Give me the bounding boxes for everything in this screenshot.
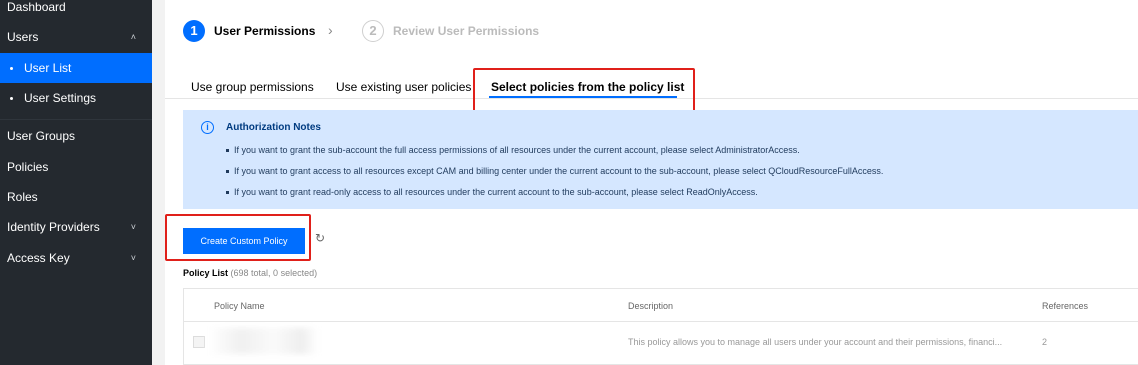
table-header: Policy Name Description References [184, 289, 1138, 322]
step-1: 1 User Permissions [183, 20, 315, 42]
bullet-icon [226, 170, 229, 174]
bullet-icon [10, 97, 13, 101]
sidebar-item-label: Policies [7, 160, 49, 174]
sidebar: Dashboard Users ˄ User List User Settings… [0, 0, 152, 365]
notice-text: If you want to grant the sub-account the… [234, 145, 800, 155]
step-2: 2 Review User Permissions [362, 20, 539, 42]
policy-description: This policy allows you to manage all use… [628, 337, 1003, 347]
bullet-icon [10, 67, 13, 71]
notice-line: If you want to grant the sub-account the… [226, 145, 800, 155]
policy-list-count: (698 total, 0 selected) [230, 268, 318, 278]
highlight-box [473, 68, 695, 114]
step-number: 1 [183, 20, 205, 42]
policy-list-label: Policy List [183, 268, 229, 278]
authorization-notice: i Authorization Notes If you want to gra… [183, 110, 1138, 209]
sidebar-item-dashboard[interactable]: Dashboard [0, 0, 152, 22]
sidebar-item-label: Roles [7, 190, 38, 204]
step-label: User Permissions [214, 24, 316, 38]
step-label: Review User Permissions [393, 24, 540, 38]
sidebar-divider [0, 119, 152, 120]
step-number: 2 [362, 20, 384, 42]
sidebar-item-user-settings[interactable]: User Settings [0, 83, 152, 113]
tab-group-permissions[interactable]: Use group permissions [191, 80, 314, 94]
sidebar-item-roles[interactable]: Roles [0, 182, 152, 212]
policy-list-title: Policy List (698 total, 0 selected) [183, 268, 317, 278]
policy-table: Policy Name Description References This … [183, 288, 1138, 365]
tab-existing-user-policies[interactable]: Use existing user policies [336, 80, 471, 94]
notice-title: Authorization Notes [226, 122, 321, 133]
bullet-icon [226, 191, 229, 195]
info-icon: i [201, 121, 214, 134]
sidebar-item-label: Users [7, 30, 39, 44]
notice-line: If you want to grant access to all resou… [226, 166, 883, 176]
redacted-policy-name [208, 328, 318, 354]
sidebar-item-label: User Groups [7, 129, 76, 143]
sidebar-item-policies[interactable]: Policies [0, 152, 152, 182]
sidebar-item-user-list[interactable]: User List [0, 53, 152, 83]
main-panel: 1 User Permissions › 2 Review User Permi… [165, 0, 1138, 365]
sidebar-item-access-key[interactable]: Access Key ˅ [0, 243, 152, 273]
row-checkbox[interactable] [193, 336, 205, 348]
chevron-down-icon: ˅ [130, 222, 136, 232]
sidebar-item-label: User List [24, 61, 72, 75]
chevron-down-icon: ˅ [130, 253, 136, 263]
notice-text: If you want to grant read-only access to… [234, 187, 758, 197]
sidebar-item-user-groups[interactable]: User Groups [0, 121, 152, 151]
column-header-references: References [1042, 301, 1089, 311]
sidebar-item-label: Access Key [7, 251, 70, 265]
refresh-icon[interactable]: ↻ [315, 231, 329, 245]
column-header-policy-name[interactable]: Policy Name [214, 301, 265, 311]
sidebar-item-identity-providers[interactable]: Identity Providers ˅ [0, 212, 152, 242]
notice-text: If you want to grant access to all resou… [234, 166, 884, 176]
sidebar-item-label: Dashboard [7, 0, 66, 14]
sidebar-item-label: Identity Providers [7, 220, 100, 234]
chevron-right-icon: › [328, 22, 333, 38]
sidebar-item-users[interactable]: Users ˄ [0, 22, 152, 52]
table-row[interactable]: This policy allows you to manage all use… [184, 322, 1138, 362]
notice-line: If you want to grant read-only access to… [226, 187, 758, 197]
highlight-box [165, 214, 311, 261]
sidebar-item-label: User Settings [24, 91, 97, 105]
column-header-description: Description [628, 301, 674, 311]
chevron-up-icon: ˄ [130, 32, 136, 42]
bullet-icon [226, 149, 229, 153]
policy-references: 2 [1042, 337, 1048, 347]
